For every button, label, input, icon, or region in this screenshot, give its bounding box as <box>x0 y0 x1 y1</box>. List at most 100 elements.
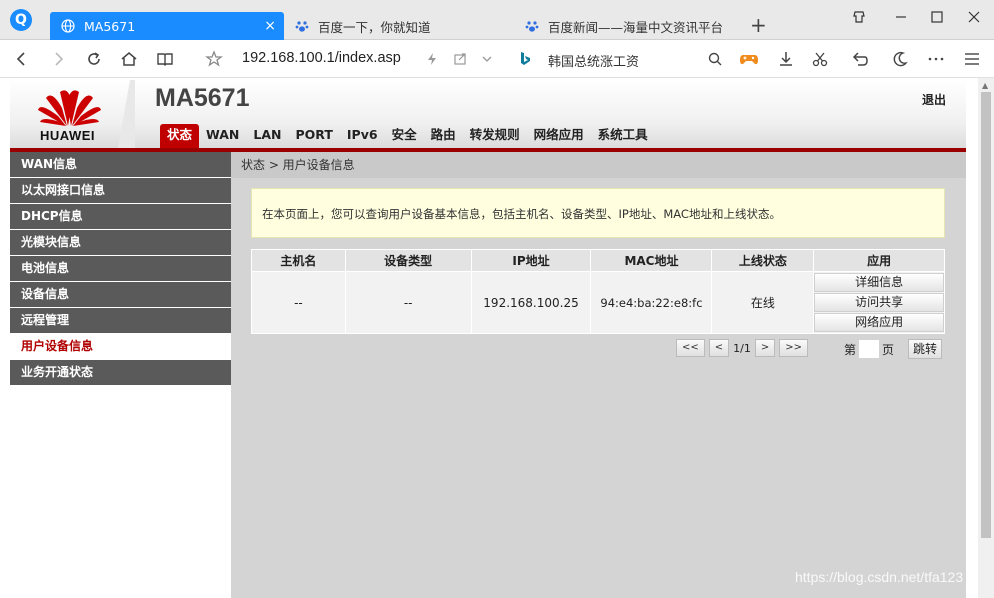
skin-icon[interactable] <box>852 10 866 28</box>
nav-port[interactable]: PORT <box>289 124 340 148</box>
game-controller-icon[interactable] <box>737 47 761 71</box>
sidebar-item-battery-info[interactable]: 电池信息 <box>10 256 231 281</box>
nav-system-tools[interactable]: 系统工具 <box>591 124 655 148</box>
network-app-button[interactable]: 网络应用 <box>814 313 944 332</box>
logout-link[interactable]: 退出 <box>922 91 946 108</box>
huawei-logo: HUAWEI <box>10 80 135 148</box>
cell-mac: 94:e4:ba:22:e8:fc <box>590 271 713 334</box>
scissors-icon[interactable] <box>808 47 832 71</box>
router-page: HUAWEI MA5671 退出 状态 WAN LAN PORT IPv6 安全… <box>10 80 966 598</box>
details-button[interactable]: 详细信息 <box>814 273 944 292</box>
scroll-up-icon[interactable]: ▲ <box>982 81 988 90</box>
column-header: MAC地址 <box>590 249 713 272</box>
cell-actions: 详细信息 访问共享 网络应用 <box>813 271 945 334</box>
refresh-icon[interactable] <box>82 47 106 71</box>
sidebar: WAN信息 以太网接口信息 DHCP信息 光模块信息 电池信息 设备信息 远程管… <box>10 152 231 598</box>
page-indicator: 1/1 <box>733 341 751 355</box>
goto-suffix: 页 <box>882 342 895 357</box>
breadcrumb: 状态 > 用户设备信息 <box>231 152 966 178</box>
prev-page-button[interactable]: < <box>708 339 730 357</box>
brand-name: HUAWEI <box>40 128 95 143</box>
browser-toolbar: 192.168.100.1/index.asp 韩国总统涨工资 <box>0 40 994 78</box>
main-nav: 状态 WAN LAN PORT IPv6 安全 路由 转发规则 网络应用 系统工… <box>160 124 655 148</box>
goto-prefix: 第 <box>844 342 857 357</box>
bing-search-icon[interactable] <box>513 47 537 71</box>
nav-lan[interactable]: LAN <box>246 124 288 148</box>
goto-page-input[interactable] <box>859 340 880 358</box>
maximize-icon[interactable] <box>930 10 944 28</box>
goto-page: 第 页 跳转 <box>844 339 943 359</box>
watermark: https://blog.csdn.net/tfa123 <box>795 569 964 585</box>
tab-label: 百度一下，你就知道 <box>318 19 431 35</box>
tab-baidu-news[interactable]: 百度新闻——海量中文资讯平台 <box>514 12 742 40</box>
menu-icon[interactable] <box>960 47 984 71</box>
browser-logo-icon: Q <box>10 9 32 31</box>
cell-online-status: 在线 <box>711 271 815 334</box>
column-header: IP地址 <box>470 249 592 272</box>
device-model: MA5671 <box>155 84 250 112</box>
search-icon[interactable] <box>703 47 727 71</box>
chevron-down-icon[interactable] <box>475 47 499 71</box>
tab-ma5671[interactable]: MA5671 × <box>50 12 284 40</box>
lightning-icon[interactable] <box>420 47 444 71</box>
download-icon[interactable] <box>774 47 798 71</box>
baidu-paw-icon <box>524 18 540 34</box>
nav-wan[interactable]: WAN <box>199 124 246 148</box>
column-header: 上线状态 <box>711 249 815 272</box>
sidebar-item-optical-info[interactable]: 光模块信息 <box>10 230 231 255</box>
main-content: 状态 > 用户设备信息 在本页面上，您可以查询用户设备基本信息，包括主机名、设备… <box>231 152 966 598</box>
globe-icon <box>60 18 76 34</box>
cell-ip: 192.168.100.25 <box>470 271 592 334</box>
scroll-thumb[interactable] <box>981 92 991 538</box>
nav-forward-rules[interactable]: 转发规则 <box>463 124 527 148</box>
home-icon[interactable] <box>117 47 141 71</box>
baidu-paw-icon <box>294 18 310 34</box>
tab-label: 百度新闻——海量中文资讯平台 <box>548 19 724 35</box>
back-icon[interactable] <box>10 47 34 71</box>
search-suggestion[interactable]: 韩国总统涨工资 <box>548 51 639 70</box>
share-icon[interactable] <box>448 47 472 71</box>
sidebar-item-service-status[interactable]: 业务开通状态 <box>10 360 231 385</box>
column-header: 主机名 <box>251 249 346 272</box>
reader-icon[interactable] <box>153 47 177 71</box>
cell-hostname: -- <box>251 271 346 334</box>
sidebar-item-user-devices[interactable]: 用户设备信息 <box>10 334 231 359</box>
page-scrollbar[interactable]: ▲ <box>978 78 994 598</box>
column-header: 设备类型 <box>344 249 472 272</box>
nav-ipv6[interactable]: IPv6 <box>340 124 385 148</box>
sidebar-item-dhcp-info[interactable]: DHCP信息 <box>10 204 231 229</box>
favorite-star-icon[interactable] <box>202 47 226 71</box>
goto-button[interactable]: 跳转 <box>908 339 943 359</box>
table-row: -- -- 192.168.100.25 94:e4:ba:22:e8:fc 在… <box>251 271 945 334</box>
next-page-button[interactable]: > <box>754 339 776 357</box>
info-message: 在本页面上，您可以查询用户设备基本信息，包括主机名、设备类型、IP地址、MAC地… <box>251 188 945 238</box>
nav-route[interactable]: 路由 <box>424 124 463 148</box>
user-device-table: 主机名 设备类型 IP地址 MAC地址 上线状态 应用 -- -- 192.16… <box>251 249 945 334</box>
nav-security[interactable]: 安全 <box>385 124 424 148</box>
more-icon[interactable] <box>924 47 948 71</box>
column-header: 应用 <box>813 249 945 272</box>
tab-label: MA5671 <box>84 18 136 34</box>
address-bar[interactable]: 192.168.100.1/index.asp <box>242 50 401 66</box>
minimize-icon[interactable] <box>894 10 908 28</box>
nav-status[interactable]: 状态 <box>160 124 200 148</box>
cell-device-type: -- <box>344 271 472 334</box>
sidebar-item-remote-mgmt[interactable]: 远程管理 <box>10 308 231 333</box>
first-page-button[interactable]: << <box>676 339 705 357</box>
page-header: HUAWEI MA5671 退出 状态 WAN LAN PORT IPv6 安全… <box>10 80 966 152</box>
last-page-button[interactable]: >> <box>779 339 809 357</box>
tab-baidu[interactable]: 百度一下，你就知道 <box>284 12 512 40</box>
nav-network-apps[interactable]: 网络应用 <box>527 124 591 148</box>
close-tab-icon[interactable]: × <box>264 18 276 34</box>
sidebar-item-wan-info[interactable]: WAN信息 <box>10 152 231 177</box>
new-tab-button[interactable]: + <box>750 12 767 38</box>
night-mode-icon[interactable] <box>888 47 912 71</box>
share-access-button[interactable]: 访问共享 <box>814 293 944 312</box>
table-header-row: 主机名 设备类型 IP地址 MAC地址 上线状态 应用 <box>251 249 945 272</box>
close-window-icon[interactable] <box>967 10 981 28</box>
forward-icon[interactable] <box>46 47 70 71</box>
sidebar-item-ethernet-info[interactable]: 以太网接口信息 <box>10 178 231 203</box>
browser-tab-bar: Q MA5671 × 百度一下，你就知道 百度新闻——海量中文资讯平台 + <box>0 0 994 40</box>
sidebar-item-device-info[interactable]: 设备信息 <box>10 282 231 307</box>
undo-icon[interactable] <box>848 47 872 71</box>
